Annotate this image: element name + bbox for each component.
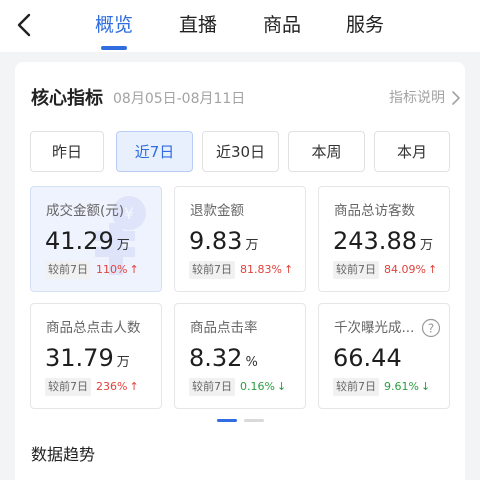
- metric-unit: 万: [245, 238, 259, 253]
- metric-comparison: 较前7日 9.61% ↓: [333, 378, 430, 396]
- pager-dot-active[interactable]: [217, 419, 237, 422]
- metric-number: 8.32: [189, 344, 243, 372]
- tab-overview[interactable]: 概览: [95, 12, 133, 38]
- up-arrow-icon: ↑: [129, 263, 139, 276]
- metric-card-clickers[interactable]: 商品总点击人数 31.79 万 较前7日 236% ↑: [30, 303, 162, 409]
- tab-live[interactable]: 直播: [179, 12, 217, 38]
- metric-value: 41.29 万: [45, 227, 130, 260]
- active-tab-indicator: [101, 46, 127, 50]
- metric-label: 商品点击率: [190, 320, 258, 336]
- metric-card-cpm[interactable]: 千次曝光成... ? 66.44 较前7日 9.61% ↓: [318, 303, 450, 409]
- metric-unit: 万: [116, 355, 130, 370]
- compare-label: 较前7日: [45, 261, 91, 279]
- top-nav-bar: 概览 直播 商品 服务: [0, 0, 480, 52]
- metric-label: 商品总访客数: [334, 203, 415, 219]
- metric-number: 243.88: [333, 227, 417, 255]
- metric-unit: %: [245, 355, 258, 370]
- metric-number: 66.44: [333, 344, 402, 372]
- section-title: 核心指标: [31, 88, 103, 109]
- metric-card-ctr[interactable]: 商品点击率 8.32% 较前7日 0.16% ↓: [174, 303, 306, 409]
- up-arrow-icon: ↑: [129, 380, 139, 393]
- compare-label: 较前7日: [189, 261, 235, 279]
- change-percent: 81.83%: [240, 263, 282, 276]
- metric-number: 31.79: [45, 344, 114, 372]
- metric-comparison: 较前7日 236% ↑: [45, 378, 139, 396]
- period-this-month[interactable]: 本月: [374, 131, 450, 172]
- metric-comparison: 较前7日 110% ↑: [45, 261, 139, 279]
- change-percent: 0.16%: [240, 380, 275, 393]
- period-last-7-days[interactable]: 近7日: [116, 131, 193, 172]
- metric-card-visitors[interactable]: 商品总访客数 243.88 万 较前7日 84.09% ↑: [318, 186, 450, 292]
- change-percent: 236%: [96, 380, 128, 393]
- core-metrics-card: 核心指标 08月05日-08月11日 指标说明 昨日 近7日 近30日 本周 本…: [15, 62, 465, 480]
- pager-dot[interactable]: [244, 419, 264, 422]
- up-arrow-icon: ↑: [427, 263, 438, 276]
- period-this-week[interactable]: 本周: [288, 131, 365, 172]
- metric-comparison: 较前7日 84.09% ↑: [333, 261, 437, 279]
- metric-unit: 万: [116, 238, 130, 253]
- period-last-30-days[interactable]: 近30日: [202, 131, 279, 172]
- back-arrow-icon[interactable]: [12, 10, 40, 40]
- svg-text:¥: ¥: [124, 204, 134, 223]
- compare-label: 较前7日: [333, 378, 379, 396]
- metric-card-gmv[interactable]: ¥ 成交金额(元) 41.29 万 较前7日 110% ↑: [30, 186, 162, 292]
- metric-value: 66.44: [333, 344, 402, 375]
- period-yesterday[interactable]: 昨日: [30, 131, 104, 172]
- tab-products[interactable]: 商品: [263, 12, 301, 38]
- svg-text:?: ?: [428, 322, 434, 336]
- down-arrow-icon: ↓: [420, 380, 431, 393]
- metrics-help-link[interactable]: 指标说明: [389, 88, 445, 108]
- metric-label: 退款金额: [190, 203, 244, 219]
- change-percent: 9.61%: [384, 380, 419, 393]
- up-arrow-icon: ↑: [283, 263, 294, 276]
- data-trend-title: 数据趋势: [31, 445, 96, 464]
- tab-service[interactable]: 服务: [346, 12, 384, 38]
- metric-value: 8.32%: [189, 344, 258, 377]
- metric-value: 9.83 万: [189, 227, 258, 260]
- question-help-icon[interactable]: ?: [421, 318, 441, 338]
- metric-unit: 万: [419, 238, 433, 253]
- compare-label: 较前7日: [45, 378, 91, 396]
- chevron-right-icon[interactable]: [451, 91, 461, 105]
- metric-comparison: 较前7日 0.16% ↓: [189, 378, 286, 396]
- metric-value: 31.79 万: [45, 344, 130, 377]
- change-percent: 84.09%: [384, 263, 426, 276]
- metric-label: 商品总点击人数: [46, 320, 141, 336]
- change-percent: 110%: [96, 263, 128, 276]
- metric-card-refund[interactable]: 退款金额 9.83 万 较前7日 81.83% ↑: [174, 186, 306, 292]
- metric-comparison: 较前7日 81.83% ↑: [189, 261, 293, 279]
- compare-label: 较前7日: [189, 378, 235, 396]
- date-range: 08月05日-08月11日: [113, 91, 246, 107]
- metric-label: 千次曝光成...: [334, 320, 415, 336]
- metric-label: 成交金额(元): [46, 203, 125, 219]
- down-arrow-icon: ↓: [276, 380, 287, 393]
- metric-number: 41.29: [45, 227, 114, 255]
- metric-value: 243.88 万: [333, 227, 433, 260]
- metric-number: 9.83: [189, 227, 243, 255]
- compare-label: 较前7日: [333, 261, 379, 279]
